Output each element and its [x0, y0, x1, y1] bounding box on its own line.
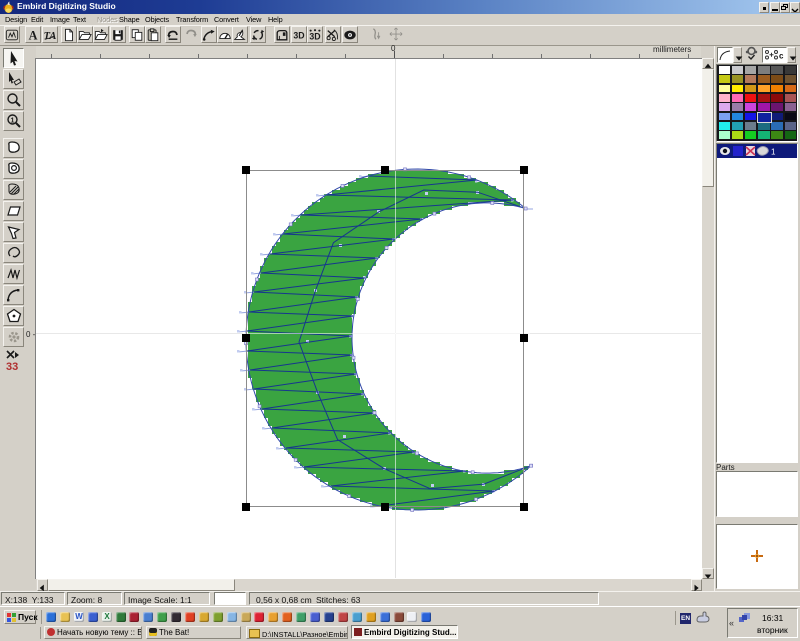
svg-text:TA: TA — [43, 31, 56, 42]
svg-text:c: c — [779, 52, 784, 61]
svg-text:A: A — [29, 28, 38, 42]
svg-text:1: 1 — [10, 118, 14, 125]
svg-text:3D: 3D — [293, 31, 304, 41]
svg-text:3D: 3D — [309, 31, 320, 41]
svg-text:1: 1 — [771, 148, 776, 157]
